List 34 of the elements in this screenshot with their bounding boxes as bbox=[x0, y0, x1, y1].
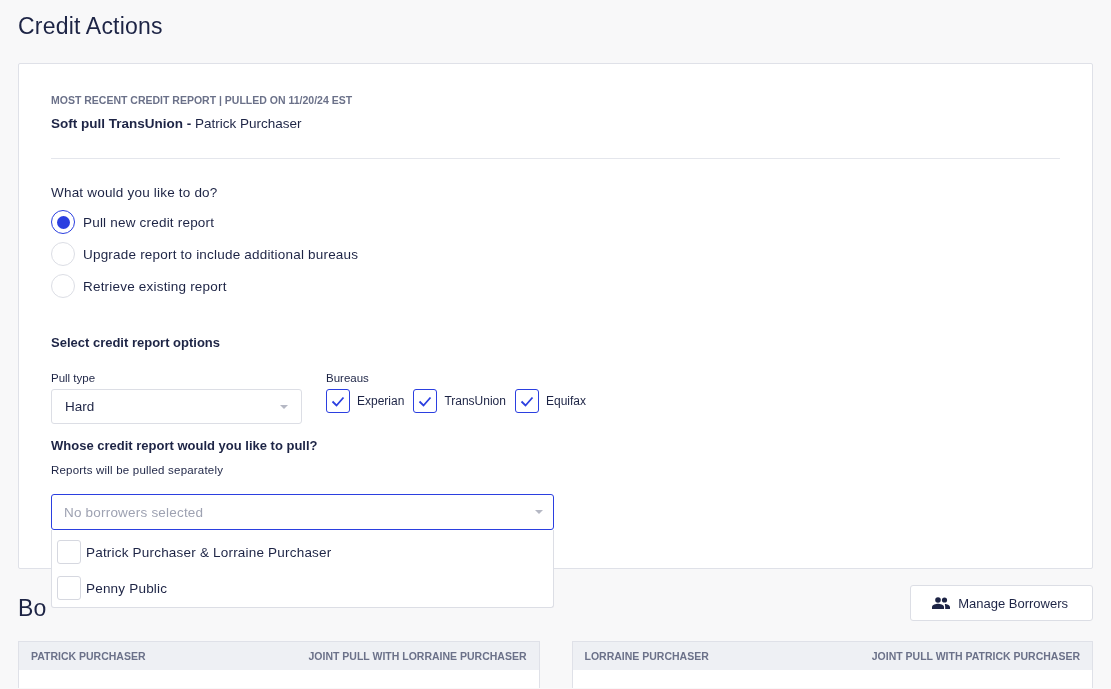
borrower-name: PATRICK PURCHASER bbox=[31, 650, 146, 662]
pull-type-dropdown[interactable]: Hard bbox=[51, 389, 302, 424]
page-title: Credit Actions bbox=[18, 12, 164, 41]
radio-button[interactable] bbox=[51, 210, 75, 234]
field-label: Bureaus bbox=[326, 372, 369, 384]
checkbox[interactable] bbox=[413, 389, 438, 413]
joint-pull-label: JOINT PULL WITH PATRICK PURCHASER bbox=[871, 650, 1080, 662]
people-icon bbox=[932, 597, 951, 609]
radio-label[interactable]: Upgrade report to include additional bureaus bbox=[83, 246, 359, 262]
checkbox[interactable] bbox=[326, 389, 350, 413]
menu-item[interactable]: Penny Public bbox=[86, 580, 168, 596]
section-heading: Select credit report options bbox=[51, 335, 221, 350]
radio-label[interactable]: Retrieve existing report bbox=[83, 278, 227, 294]
joint-pull-label: JOINT PULL WITH LORRAINE PURCHASER bbox=[308, 650, 527, 662]
question-label: Whose credit report would you like to pull? bbox=[51, 438, 318, 453]
checkbox[interactable] bbox=[514, 389, 539, 413]
checkbox-label[interactable]: TransUnion bbox=[444, 394, 506, 408]
checkbox-label[interactable]: Experian bbox=[357, 394, 405, 408]
question-label: What would you like to do? bbox=[51, 185, 218, 200]
report-summary: Soft pull TransUnion - Patrick Purchaser bbox=[51, 116, 302, 131]
check-icon bbox=[331, 395, 345, 407]
check-icon bbox=[418, 395, 433, 407]
section-title: Bo bbox=[18, 594, 47, 622]
menu-item[interactable]: Patrick Purchaser & Lorraine Purchaser bbox=[86, 544, 332, 560]
hint-text: Reports will be pulled separately bbox=[51, 464, 224, 476]
radio-label[interactable]: Pull new credit report bbox=[83, 214, 215, 230]
caret-icon bbox=[535, 510, 543, 514]
report-caption: MOST RECENT CREDIT REPORT | PULLED ON 11/20/24 EST bbox=[51, 94, 353, 106]
borrower-select[interactable]: No borrowers selected bbox=[51, 494, 554, 530]
checkbox-label[interactable]: Equifax bbox=[545, 394, 586, 408]
field-label: Pull type bbox=[51, 372, 96, 384]
manage-borrowers-button[interactable]: Manage Borrowers bbox=[910, 585, 1093, 621]
check-icon bbox=[519, 395, 534, 407]
borrower-name: LORRAINE PURCHASER bbox=[584, 650, 709, 662]
